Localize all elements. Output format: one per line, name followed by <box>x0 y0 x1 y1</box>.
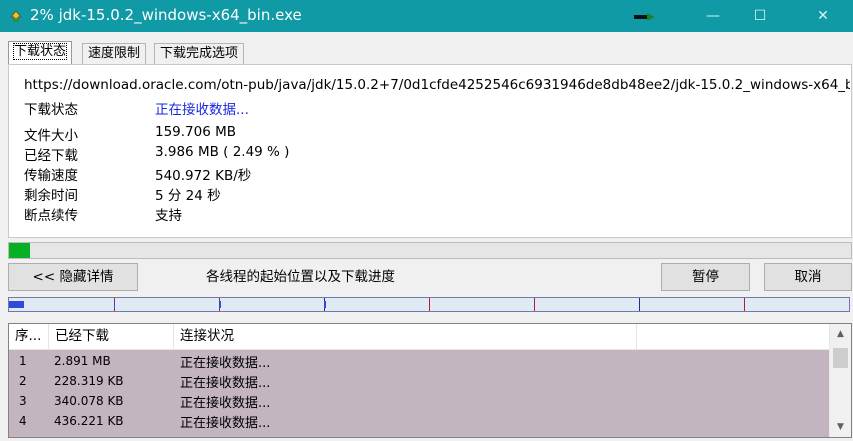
table-row[interactable]: 3 340.078 KB 正在接收数据... <box>9 391 829 411</box>
download-url: https://download.oracle.com/otn-pub/java… <box>24 77 850 93</box>
title-bar[interactable]: 2% jdk-15.0.2_windows-x64_bin.exe — ☐ ✕ <box>0 0 853 32</box>
resume-label: 断点续传 <box>24 208 78 224</box>
segment-progress <box>9 301 24 308</box>
table-header: 序... 已经下载 连接状况 <box>9 324 829 350</box>
threads-caption: 各线程的起始位置以及下载进度 <box>206 269 395 285</box>
window-title: 2% jdk-15.0.2_windows-x64_bin.exe <box>30 6 302 24</box>
speed-value: 540.972 KB/秒 <box>155 168 252 184</box>
column-header-empty <box>637 324 829 349</box>
download-details-panel: https://download.oracle.com/otn-pub/java… <box>8 64 852 238</box>
row-downloaded: 436.221 KB <box>54 414 124 428</box>
minimize-button[interactable]: — <box>690 0 736 32</box>
status-label: 下载状态 <box>24 102 78 118</box>
status-value: 正在接收数据... <box>155 102 249 118</box>
row-downloaded: 228.319 KB <box>54 374 124 388</box>
row-seq: 3 <box>19 394 27 408</box>
download-manager-icon <box>10 10 22 22</box>
table-row[interactable]: 1 2.891 MB 正在接收数据... <box>9 351 829 371</box>
segment-boundary <box>429 298 430 311</box>
table-row[interactable]: 2 228.319 KB 正在接收数据... <box>9 371 829 391</box>
downloaded-value: 3.986 MB ( 2.49 % ) <box>155 144 290 160</box>
scroll-up-arrow-icon[interactable]: ▲ <box>830 324 851 344</box>
row-downloaded: 2.891 MB <box>54 354 111 368</box>
row-seq: 4 <box>19 414 27 428</box>
resume-value: 支持 <box>155 208 182 224</box>
column-header-connection[interactable]: 连接状况 <box>174 324 637 349</box>
row-status: 正在接收数据... <box>180 376 271 391</box>
overall-progress-fill <box>9 243 30 258</box>
scroll-thumb[interactable] <box>833 348 848 368</box>
thread-segments-bar <box>8 297 850 312</box>
file-size-label: 文件大小 <box>24 128 78 144</box>
segment-boundary <box>639 298 640 311</box>
row-status: 正在接收数据... <box>180 356 271 371</box>
close-button[interactable]: ✕ <box>800 0 846 32</box>
column-header-seq[interactable]: 序... <box>9 324 49 349</box>
table-row[interactable]: 4 436.221 KB 正在接收数据... <box>9 411 829 431</box>
cancel-button[interactable]: 取消 <box>764 263 852 291</box>
tab-completion-options[interactable]: 下载完成选项 <box>154 43 245 64</box>
hide-details-button[interactable]: << 隐藏详情 <box>8 263 138 291</box>
file-size-value: 159.706 MB <box>155 124 237 140</box>
maximize-button[interactable]: ☐ <box>737 0 783 32</box>
remaining-time-value: 5 分 24 秒 <box>155 188 221 204</box>
scroll-down-arrow-icon[interactable]: ▼ <box>830 417 851 437</box>
table-scrollbar[interactable]: ▲ ▼ <box>829 324 851 437</box>
segment-boundary <box>534 298 535 311</box>
speed-label: 传输速度 <box>24 168 78 184</box>
remaining-time-label: 剩余时间 <box>24 188 78 204</box>
row-status: 正在接收数据... <box>180 396 271 411</box>
segment-progress <box>324 301 326 308</box>
thread-table[interactable]: 序... 已经下载 连接状况 1 2.891 MB 正在接收数据... 2 22… <box>8 323 852 438</box>
pause-button[interactable]: 暂停 <box>661 263 750 291</box>
network-activity-icon <box>634 13 655 21</box>
row-downloaded: 340.078 KB <box>54 394 124 408</box>
segment-progress <box>219 301 221 308</box>
row-seq: 2 <box>19 374 27 388</box>
segment-progress <box>114 301 115 308</box>
column-header-downloaded[interactable]: 已经下载 <box>49 324 174 349</box>
segment-boundary <box>744 298 745 311</box>
downloaded-label: 已经下载 <box>24 148 78 164</box>
row-status: 正在接收数据... <box>180 416 271 431</box>
overall-progress-bar <box>8 242 852 259</box>
table-body: 1 2.891 MB 正在接收数据... 2 228.319 KB 正在接收数据… <box>9 350 829 437</box>
tab-speed-limit[interactable]: 速度限制 <box>82 43 147 64</box>
tab-download-status[interactable]: 下载状态 <box>8 41 73 64</box>
row-seq: 1 <box>19 354 27 368</box>
